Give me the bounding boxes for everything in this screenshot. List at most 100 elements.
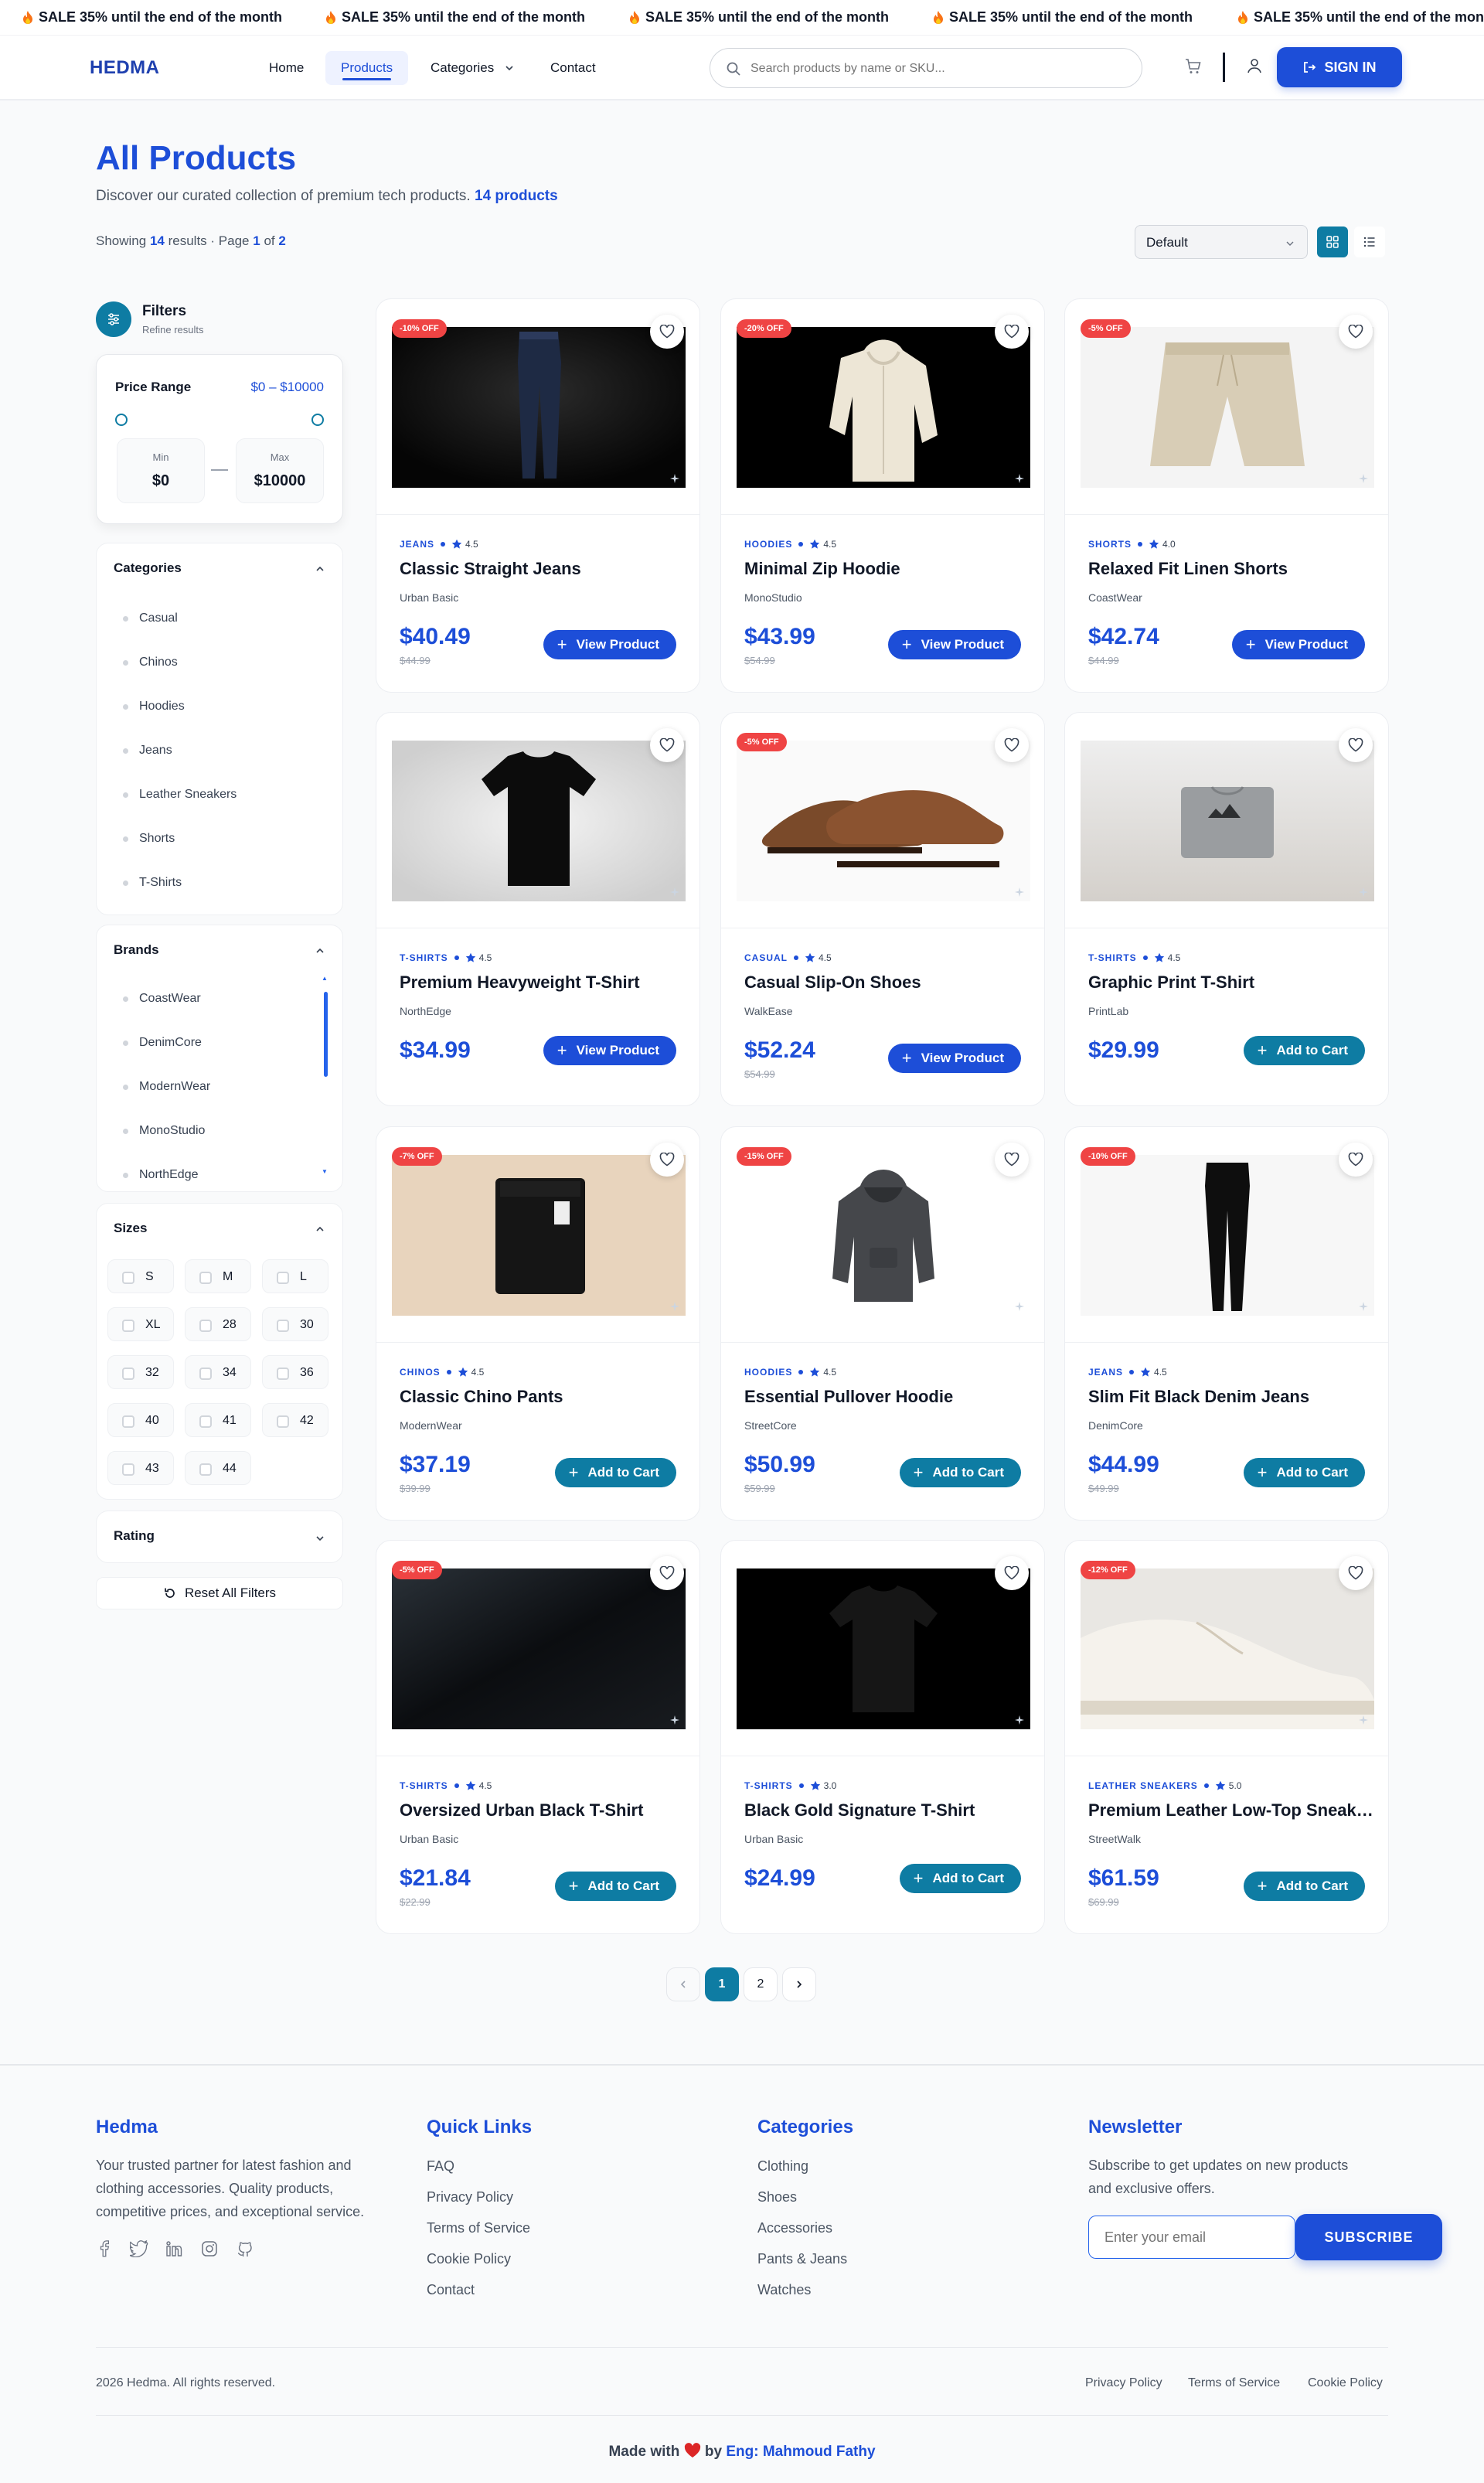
brand-option[interactable]: MonoStudio: [123, 1124, 205, 1138]
size-checkbox[interactable]: [199, 1320, 212, 1332]
category-option[interactable]: Casual: [123, 611, 178, 625]
wishlist-button[interactable]: [1339, 728, 1373, 762]
category-option[interactable]: Hoodies: [123, 700, 185, 714]
size-option[interactable]: S: [107, 1259, 174, 1293]
newsletter-email-input[interactable]: [1088, 2216, 1295, 2259]
product-image[interactable]: [1081, 1568, 1374, 1729]
size-checkbox[interactable]: [122, 1320, 134, 1332]
footer-link[interactable]: Watches: [757, 2282, 811, 2298]
size-checkbox[interactable]: [199, 1272, 212, 1284]
product-card[interactable]: -5% OFF SHORTS 4.0 Relaxed Fit Linen Shorts…: [1064, 298, 1389, 693]
list-view-button[interactable]: [1354, 227, 1385, 257]
add-to-cart-button[interactable]: + Add to Cart: [899, 1458, 1021, 1487]
view-product-button[interactable]: + View Product: [1231, 630, 1365, 659]
add-to-cart-button[interactable]: + Add to Cart: [1243, 1872, 1365, 1901]
size-option[interactable]: XL: [107, 1307, 174, 1341]
prev-page-button[interactable]: [666, 1967, 700, 2001]
twitter-icon[interactable]: [130, 2240, 148, 2257]
product-card[interactable]: -20% OFF HOODIES 4.5 Minimal Zip Hoodie Mono…: [720, 298, 1045, 693]
add-to-cart-button[interactable]: + Add to Cart: [899, 1864, 1021, 1893]
instagram-icon[interactable]: [201, 2240, 218, 2257]
footer-link[interactable]: Contact: [427, 2282, 475, 2298]
facebook-icon[interactable]: [97, 2240, 113, 2257]
size-checkbox[interactable]: [122, 1272, 134, 1284]
user-icon[interactable]: [1246, 57, 1263, 74]
linkedin-icon[interactable]: [165, 2240, 182, 2257]
brand-option[interactable]: CoastWear: [123, 992, 201, 1006]
size-option[interactable]: 32: [107, 1355, 174, 1389]
product-card[interactable]: T-SHIRTS 3.0 Black Gold Signature T-Shirt U…: [720, 1540, 1045, 1934]
product-image[interactable]: [737, 327, 1030, 488]
size-checkbox[interactable]: [122, 1415, 134, 1428]
size-checkbox[interactable]: [277, 1320, 289, 1332]
product-name[interactable]: Premium Leather Low-Top Sneakers: [1088, 1800, 1374, 1821]
brands-filter-title[interactable]: Brands: [114, 942, 159, 958]
product-image[interactable]: [737, 741, 1030, 901]
view-product-button[interactable]: + View Product: [887, 1044, 1021, 1073]
footer-bottom-link[interactable]: Privacy Policy: [1085, 2376, 1162, 2390]
wishlist-button[interactable]: [650, 728, 684, 762]
nav-products[interactable]: Products: [325, 51, 409, 85]
size-checkbox[interactable]: [199, 1415, 212, 1428]
footer-link[interactable]: Shoes: [757, 2189, 797, 2205]
sizes-filter-title[interactable]: Sizes: [114, 1221, 147, 1236]
product-name[interactable]: Black Gold Signature T-Shirt: [744, 1800, 1030, 1821]
chevron-down-icon[interactable]: [315, 1533, 325, 1544]
footer-link[interactable]: FAQ: [427, 2158, 454, 2175]
product-image[interactable]: [392, 327, 686, 488]
product-card[interactable]: -10% OFF JEANS 4.5 Classic Straight Jeans Ur…: [376, 298, 700, 693]
page-button[interactable]: 1: [705, 1967, 739, 2001]
product-name[interactable]: Casual Slip-On Shoes: [744, 972, 1030, 993]
price-min-handle[interactable]: [115, 414, 128, 426]
nav-contact[interactable]: Contact: [535, 51, 611, 85]
footer-bottom-link[interactable]: Cookie Policy: [1308, 2376, 1383, 2390]
view-product-button[interactable]: + View Product: [543, 1036, 676, 1065]
footer-link[interactable]: Pants & Jeans: [757, 2251, 847, 2267]
product-name[interactable]: Oversized Urban Black T-Shirt: [400, 1800, 686, 1821]
product-image[interactable]: [1081, 327, 1374, 488]
product-name[interactable]: Minimal Zip Hoodie: [744, 559, 1030, 579]
size-checkbox[interactable]: [199, 1368, 212, 1380]
size-option[interactable]: 44: [185, 1451, 251, 1485]
size-option[interactable]: 30: [262, 1307, 328, 1341]
product-name[interactable]: Classic Chino Pants: [400, 1387, 686, 1407]
size-option[interactable]: 41: [185, 1403, 251, 1437]
next-page-button[interactable]: [782, 1967, 816, 2001]
product-name[interactable]: Graphic Print T-Shirt: [1088, 972, 1374, 993]
brand-option[interactable]: ModernWear: [123, 1080, 210, 1094]
wishlist-button[interactable]: [995, 1556, 1029, 1590]
size-checkbox[interactable]: [277, 1368, 289, 1380]
add-to-cart-button[interactable]: + Add to Cart: [1243, 1036, 1365, 1065]
product-name[interactable]: Relaxed Fit Linen Shorts: [1088, 559, 1374, 579]
category-option[interactable]: T-Shirts: [123, 876, 182, 890]
brand-option[interactable]: NorthEdge: [123, 1168, 199, 1182]
product-image[interactable]: [1081, 741, 1374, 901]
size-checkbox[interactable]: [122, 1368, 134, 1380]
price-max-handle[interactable]: [311, 414, 324, 426]
add-to-cart-button[interactable]: + Add to Cart: [554, 1872, 676, 1901]
sort-select[interactable]: Default: [1135, 225, 1308, 259]
cart-icon[interactable]: [1184, 57, 1203, 76]
view-product-button[interactable]: + View Product: [887, 630, 1021, 659]
product-card[interactable]: T-SHIRTS 4.5 Premium Heavyweight T-Shirt No…: [376, 712, 700, 1106]
product-image[interactable]: [1081, 1155, 1374, 1316]
size-option[interactable]: 42: [262, 1403, 328, 1437]
chevron-up-icon[interactable]: [315, 945, 325, 956]
add-to-cart-button[interactable]: + Add to Cart: [554, 1458, 676, 1487]
size-checkbox[interactable]: [199, 1463, 212, 1476]
size-checkbox[interactable]: [277, 1415, 289, 1428]
footer-link[interactable]: Terms of Service: [427, 2220, 530, 2236]
footer-link[interactable]: Clothing: [757, 2158, 808, 2175]
categories-filter-title[interactable]: Categories: [114, 560, 182, 576]
product-name[interactable]: Essential Pullover Hoodie: [744, 1387, 1030, 1407]
product-card[interactable]: -5% OFF CASUAL 4.5 Casual Slip-On Shoes Walk…: [720, 712, 1045, 1106]
size-option[interactable]: L: [262, 1259, 328, 1293]
size-option[interactable]: 36: [262, 1355, 328, 1389]
view-product-button[interactable]: + View Product: [543, 630, 676, 659]
product-image[interactable]: [392, 1568, 686, 1729]
search-input[interactable]: [751, 58, 1122, 80]
category-option[interactable]: Shorts: [123, 832, 175, 846]
wishlist-button[interactable]: [1339, 315, 1373, 349]
product-image[interactable]: [737, 1155, 1030, 1316]
product-name[interactable]: Premium Heavyweight T-Shirt: [400, 972, 686, 993]
